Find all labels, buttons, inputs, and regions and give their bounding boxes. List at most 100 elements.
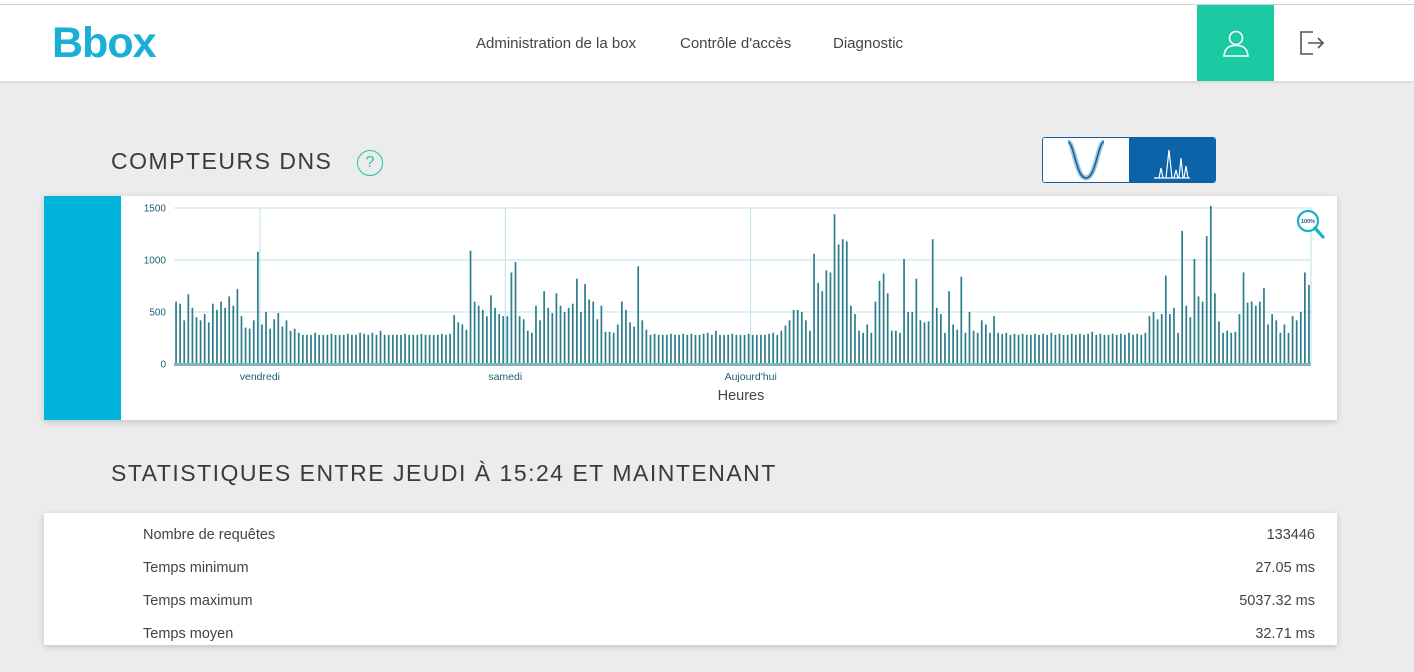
chart-bar: [346, 333, 349, 364]
curve-view-button[interactable]: [1043, 138, 1129, 182]
chart-bar: [837, 244, 840, 364]
chart-bar: [1205, 236, 1208, 364]
chart-bar: [240, 316, 243, 364]
chart-bar: [481, 309, 484, 364]
chart-bar: [424, 334, 427, 364]
nav-administration[interactable]: Administration de la box: [476, 35, 636, 52]
bars-view-button[interactable]: [1129, 138, 1215, 182]
chart-bar: [187, 294, 190, 364]
chart-bar: [1156, 319, 1159, 364]
chart-bar: [547, 307, 550, 364]
chart-bar: [858, 330, 860, 364]
chart-bar: [972, 330, 975, 364]
logout-button[interactable]: [1288, 5, 1336, 81]
y-tick-label: 500: [149, 308, 166, 319]
chart-bar: [195, 317, 198, 364]
chart-bar: [248, 328, 251, 364]
chart-bar: [281, 326, 284, 364]
stat-row-avg-time: Temps moyen 32.71 ms: [44, 615, 1337, 648]
chart-bar: [310, 334, 312, 364]
chart-bar: [367, 334, 370, 364]
stat-value: 5037.32 ms: [1239, 593, 1315, 609]
chart-bar: [289, 330, 292, 364]
chart-bar: [383, 334, 386, 364]
chart-bar: [1009, 334, 1012, 364]
chart-bar: [686, 334, 689, 364]
chart-bar: [1095, 334, 1098, 364]
chart-bar: [522, 319, 525, 364]
chart-bar: [1148, 316, 1151, 364]
nav-diagnostic[interactable]: Diagnostic: [833, 35, 903, 52]
chart-bar: [739, 334, 742, 364]
chart-bar: [449, 333, 451, 364]
stat-value: 32.71 ms: [1255, 626, 1315, 642]
chart-bar: [919, 320, 922, 364]
chart-bar: [1128, 332, 1130, 364]
chart-bar: [1275, 320, 1278, 364]
chart-bar: [1287, 332, 1290, 364]
chart-bar: [682, 333, 685, 364]
chart-bar: [706, 332, 709, 364]
chart-bar: [670, 333, 672, 364]
chart-bar: [1246, 302, 1249, 364]
chart-bar: [531, 332, 533, 364]
help-icon[interactable]: ?: [357, 150, 383, 176]
chart-bar: [1214, 293, 1216, 364]
chart-bar: [285, 320, 288, 364]
chart-bar: [1185, 305, 1188, 364]
nav-access-control[interactable]: Contrôle d'accès: [680, 35, 791, 52]
chart-bar: [535, 305, 537, 364]
stat-label: Nombre de requêtes: [143, 527, 276, 543]
chart-bar: [678, 334, 680, 364]
dns-bar-chart: 0 500 1000 1500 vendredi samedi Aujourd'hui Heu…: [144, 204, 1325, 404]
stat-value: 27.05 ms: [1255, 560, 1315, 576]
chart-bar: [964, 332, 967, 364]
chart-bar: [882, 273, 885, 364]
chart-bar: [457, 322, 460, 364]
chart-bar: [1066, 334, 1069, 364]
chart-bar: [236, 289, 239, 364]
chart-bar: [1189, 317, 1192, 364]
chart-bar: [923, 322, 926, 364]
chart-bar: [674, 334, 676, 364]
chart-bar: [760, 334, 762, 364]
chart-bar: [588, 299, 590, 364]
bbox-logo[interactable]: Bbox: [52, 19, 156, 68]
chart-bar: [1295, 320, 1298, 364]
chart-bar: [502, 316, 505, 364]
chart-bar: [375, 334, 378, 364]
chart-bar: [1254, 305, 1257, 364]
chart-bar: [608, 331, 611, 364]
chart-bar: [1054, 334, 1057, 364]
chart-bar: [1291, 316, 1294, 364]
chart-bar: [191, 307, 194, 364]
chart-bar: [915, 278, 918, 364]
chart-bar: [363, 333, 366, 364]
chart-bar: [175, 301, 177, 364]
user-account-button[interactable]: [1197, 5, 1274, 81]
chart-bar: [510, 272, 513, 364]
chart-bar: [567, 307, 570, 364]
chart-bar: [1169, 314, 1171, 364]
chart-bar: [1001, 333, 1004, 364]
chart-bar: [1226, 330, 1229, 364]
stats-section-title: STATISTIQUES ENTRE JEUDI À 15:24 ET MAIN…: [111, 460, 777, 486]
stat-row-min-time: Temps minimum 27.05 ms: [44, 549, 1337, 582]
chart-bar: [616, 324, 619, 364]
chart-bar: [1234, 331, 1237, 364]
chart-bar: [1103, 334, 1106, 364]
chart-bar: [694, 334, 697, 364]
chart-bar: [845, 241, 848, 364]
chart-bar: [322, 334, 325, 364]
chart-bar: [780, 330, 783, 364]
chart-bar: [396, 334, 398, 364]
user-icon: [1222, 30, 1249, 57]
chart-bar: [1107, 334, 1110, 364]
chart-bar: [461, 324, 464, 364]
chart-bar: [784, 325, 787, 364]
chart-bar: [436, 334, 439, 364]
chart-bar: [351, 334, 353, 364]
chart-bar: [735, 334, 738, 364]
chart-bar: [526, 330, 529, 364]
chart-bar: [817, 282, 820, 364]
